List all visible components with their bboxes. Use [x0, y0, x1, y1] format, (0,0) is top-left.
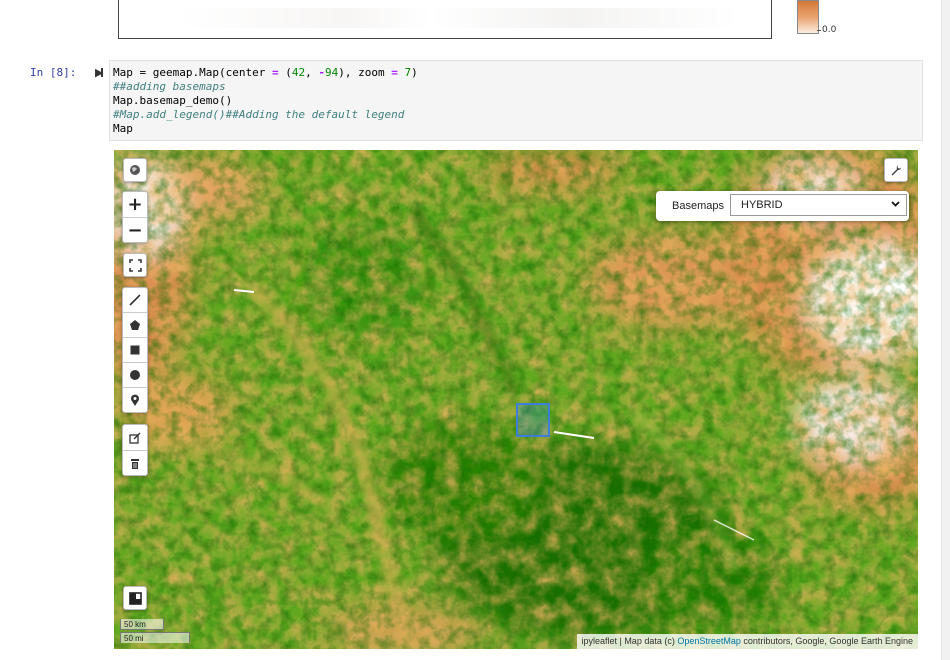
previous-legend-colorbar [797, 0, 819, 34]
basemap-selected-value: HYBRID [741, 199, 783, 211]
wrench-icon[interactable] [884, 158, 908, 182]
page-scrollbar[interactable] [941, 0, 950, 660]
polyline-icon[interactable] [123, 288, 147, 313]
edit-icon[interactable] [123, 425, 147, 450]
scale-km: 50 km [120, 619, 164, 630]
cell-prompt: In [8]: [30, 66, 77, 79]
rectangle-icon[interactable] [123, 338, 147, 363]
trash-icon[interactable] [123, 450, 147, 476]
previous-map-output [118, 0, 772, 39]
map-attribution: ipyleaflet | Map data (c) OpenStreetMap … [577, 634, 918, 649]
openstreetmap-link[interactable]: OpenStreetMap [677, 636, 741, 646]
basemap-label: Basemaps [672, 200, 724, 212]
draw-toolbar [122, 287, 148, 413]
globe-icon[interactable] [123, 158, 147, 182]
code-line-3: Map.basemap_demo() [113, 94, 233, 107]
polygon-icon[interactable] [123, 313, 147, 338]
layers-icon[interactable] [123, 586, 147, 610]
previous-legend-tick [817, 30, 821, 31]
map-imagery [114, 150, 918, 649]
basemap-dropdown[interactable]: HYBRID [730, 194, 907, 216]
fullscreen-icon[interactable] [123, 253, 147, 277]
zoom-in-icon[interactable]: + [123, 192, 147, 217]
code-editor[interactable]: Map = geemap.Map(center = (42, -94), zoo… [109, 60, 923, 141]
marker-icon[interactable] [123, 388, 147, 413]
basemap-selector-panel: Basemaps HYBRID [656, 191, 909, 221]
drawn-rectangle[interactable] [516, 403, 550, 437]
previous-map-haze [179, 8, 739, 28]
chevron-down-icon [890, 198, 901, 212]
code-line-5: Map [113, 122, 133, 135]
zoom-out-icon[interactable]: − [123, 217, 147, 243]
code-line-1: Map = geemap.Map(center = (42, -94), zoo… [113, 66, 418, 79]
circle-icon[interactable] [123, 363, 147, 388]
collapse-output-icon[interactable]: ▶ [95, 66, 104, 79]
map-widget[interactable]: + − Basemaps HYBRID 50 km 50 mi ipyleafl… [114, 150, 918, 649]
previous-legend-min-label: 0.0 [822, 25, 837, 35]
scale-mi: 50 mi [120, 632, 190, 643]
zoom-control: + − [122, 191, 148, 243]
code-line-2: ##adding basemaps [113, 80, 226, 93]
code-line-4: #Map.add_legend()##Adding the default le… [113, 108, 405, 121]
edit-toolbar [122, 424, 148, 476]
